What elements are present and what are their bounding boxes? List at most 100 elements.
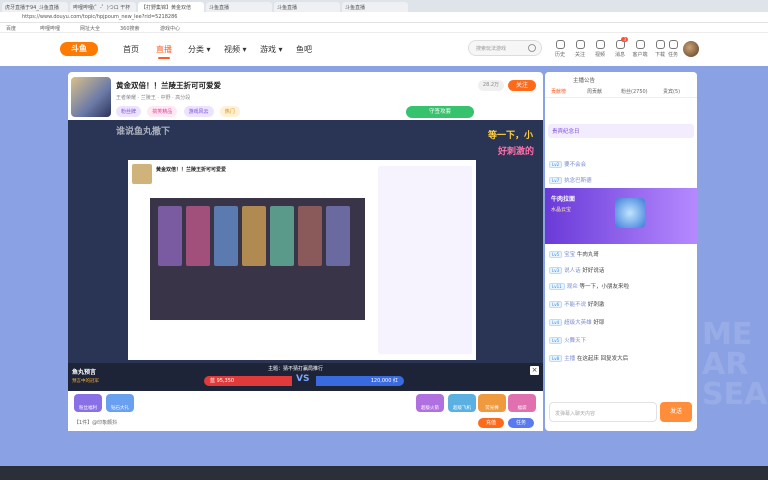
tag-pill[interactable]: 搞笑精品 (147, 106, 178, 117)
chat-message: Lv11 观众 等一下，小朋友来啦 (549, 282, 629, 290)
nav-fishbar[interactable]: 鱼吧 (296, 44, 312, 55)
browser-tab[interactable]: 斗鱼直播 (342, 2, 408, 12)
hero-card (214, 206, 238, 266)
fans-count: 28.2万 (478, 80, 504, 91)
danmaku-text: 等一下，小 (488, 131, 534, 141)
hero-card (242, 206, 266, 266)
address-bar[interactable]: https://www.douyu.com/topic/hpjpoum_new_… (0, 12, 768, 23)
history-icon[interactable]: 历史 (550, 40, 570, 58)
video-icon[interactable]: 视频 (590, 40, 610, 58)
hero-card (298, 206, 322, 266)
bookmark-item[interactable]: 百度 (6, 25, 16, 32)
tag-pill[interactable]: 游戏风云 (183, 106, 214, 117)
nested-avatar (132, 164, 152, 184)
nested-title: 黄金双倍！！兰陵王折可可爱爱 (156, 167, 227, 173)
pk-left-bar[interactable]: 蓝 95,350 (204, 376, 292, 386)
site-header: 斗鱼 首页 直播 分类 ▾ 视频 ▾ 游戏 ▾ 鱼吧 搜索玩法游戏 历史 关注 … (0, 33, 768, 66)
chat-message: Lv3 说人话 好好说话 (549, 266, 604, 274)
recharge-button[interactable]: 充值 (478, 418, 504, 428)
chat-message: Lv6 不能不说 好刺激 (549, 300, 604, 308)
chat-message: Lv4 超级大英雄 好耶 (549, 318, 604, 326)
douyu-logo[interactable]: 斗鱼 (60, 42, 98, 56)
browser-tabbar: 虎牙直播于94_斗鱼直播 哔哩哔哩(゜-゜)つロ 干杯 【打野集锦】黄金双倍 斗… (0, 0, 768, 12)
diamond-gift-button[interactable]: 钻石大礼 (106, 394, 134, 412)
rocket-button[interactable]: 超级火箭 (416, 394, 444, 412)
chat-message: Lv2 要不会会 (549, 160, 586, 168)
prophecy-title: 鱼丸预言 (72, 369, 97, 376)
hero-card (158, 206, 182, 266)
room-meta: 王者荣耀 · 兰陵王 · 中野 · 高分段 (116, 95, 191, 101)
anchor-notice-title[interactable]: 主播公告 (573, 76, 595, 84)
nav-game[interactable]: 游戏 ▾ (260, 44, 283, 55)
user-avatar[interactable] (683, 41, 699, 57)
fan-welfare-button[interactable]: 粉丝福利 (74, 394, 102, 412)
stream-panel: 黄金双倍！！兰陵王折可可爱爱 王者荣耀 · 兰陵王 · 中野 · 高分段 粉丝牌… (68, 72, 543, 431)
bookmarks-bar: 百度 哔哩哔哩 网址大全 360搜索 游戏中心 (0, 23, 768, 33)
browser-tab[interactable]: 哔哩哔哩(゜-゜)つロ 干杯 (70, 2, 136, 12)
chat-tab[interactable]: 周贡献 (587, 88, 602, 95)
bookmark-item[interactable]: 哔哩哔哩 (40, 25, 60, 32)
chat-message: Lv5 宝宝 牛肉丸哥 (549, 250, 599, 258)
follow-icon[interactable]: 关注 (570, 40, 590, 58)
search-input[interactable]: 搜索玩法游戏 (468, 40, 542, 56)
bookmark-item[interactable]: 游戏中心 (160, 25, 180, 32)
hero-card (326, 206, 350, 266)
bookmark-item[interactable]: 网址大全 (80, 25, 100, 32)
chat-message: Lv7 执念巴斯德 (549, 176, 592, 184)
pk-bar: 鱼丸预言 预言中的冠军 主题：猜不猜打赢局推行 蓝 95,350 VS 120,… (68, 363, 543, 391)
pk-right-bar[interactable]: 120,000 红 (316, 376, 404, 386)
follow-button[interactable]: 关注 (508, 80, 536, 91)
send-button[interactable]: 发送 (660, 402, 692, 422)
chat-panel: 主播公告 贡献榜 周贡献 粉丝(2750) 贵宾(5) 贵宾纪念日 Lv2 要不会… (545, 72, 697, 431)
notice-text: 【1件】@印象颇抖 (74, 420, 118, 426)
task-icon[interactable]: 任务 (663, 40, 683, 58)
browser-tab[interactable]: 斗鱼直播 (206, 2, 272, 12)
danmaku-text: 好刺激的 (498, 147, 535, 157)
room-tags: 粉丝牌 搞笑精品 游戏风云 热门 (116, 106, 244, 117)
nested-chat (378, 166, 472, 354)
chat-tab[interactable]: 贵宾(5) (663, 88, 680, 95)
glowstick-button[interactable]: 荧光棒 (478, 394, 506, 412)
nested-video (150, 198, 365, 320)
search-icon[interactable] (528, 44, 536, 52)
fan-anniversary-bar[interactable]: 贵宾纪念日 (548, 124, 694, 138)
search-placeholder: 搜索玩法游戏 (476, 46, 507, 52)
chat-input[interactable]: 发弹幕入聊天内容 (549, 402, 657, 422)
tag-pill[interactable]: 热门 (219, 106, 240, 117)
nav-live[interactable]: 直播 (156, 44, 172, 59)
gift-footer: 粉丝福利 钻石大礼 超级火箭 超级飞机 荧光棒 福袋 【1件】@印象颇抖 充值 … (68, 391, 543, 431)
lucky-bag-button[interactable]: 福袋 (508, 394, 536, 412)
danmaku-text: 谁说鱼丸撒下 (116, 127, 171, 137)
nav-video[interactable]: 视频 ▾ (224, 44, 247, 55)
close-icon[interactable]: × (530, 366, 539, 375)
plane-button[interactable]: 超级飞机 (448, 394, 476, 412)
vs-label: VS (296, 374, 310, 384)
tag-pill[interactable]: 粉丝牌 (116, 106, 142, 117)
task-button[interactable]: 任务 (508, 418, 534, 428)
browser-tab-active[interactable]: 【打野集锦】黄金双倍 (138, 2, 204, 12)
chat-message: Lv5 火舞天下 (549, 336, 586, 344)
chat-message: Lv8 主播 在这起床 回复发大后 (549, 354, 628, 362)
prophecy-sub: 预言中的冠军 (72, 379, 99, 384)
pk-title: 主题：猜不猜打赢局推行 (268, 366, 324, 372)
page-bottom-strip (0, 466, 768, 480)
bookmark-item[interactable]: 360搜索 (120, 25, 140, 32)
guard-button[interactable]: 守签攻套 (406, 106, 474, 118)
anchor-avatar[interactable] (71, 77, 111, 117)
hero-card (186, 206, 210, 266)
client-icon[interactable]: 客户端 (630, 40, 650, 58)
room-title: 黄金双倍！！兰陵王折可可爱爱 (116, 81, 221, 90)
hero-card (270, 206, 294, 266)
video-player[interactable]: 谁说鱼丸撒下 等一下，小 好刺激的 黄金双倍！！兰陵王折可可爱爱 (68, 120, 543, 363)
gift-banner: 牛肉拉面 水晶云宝 (545, 188, 697, 244)
nav-category[interactable]: 分类 ▾ (188, 44, 211, 55)
message-icon[interactable]: 消息 3 (610, 37, 630, 58)
nav-home[interactable]: 首页 (123, 44, 139, 55)
chat-header: 主播公告 贡献榜 周贡献 粉丝(2750) 贵宾(5) (545, 72, 697, 98)
chat-tab[interactable]: 贡献榜 (551, 88, 566, 95)
browser-tab[interactable]: 斗鱼直播 (274, 2, 340, 12)
url-text[interactable]: https://www.douyu.com/topic/hpjpoum_new_… (22, 14, 177, 20)
background-watermark: ME AR SEA (702, 317, 768, 412)
browser-tab[interactable]: 虎牙直播于94_斗鱼直播 (2, 2, 68, 12)
chat-tab[interactable]: 粉丝(2750) (621, 88, 648, 95)
